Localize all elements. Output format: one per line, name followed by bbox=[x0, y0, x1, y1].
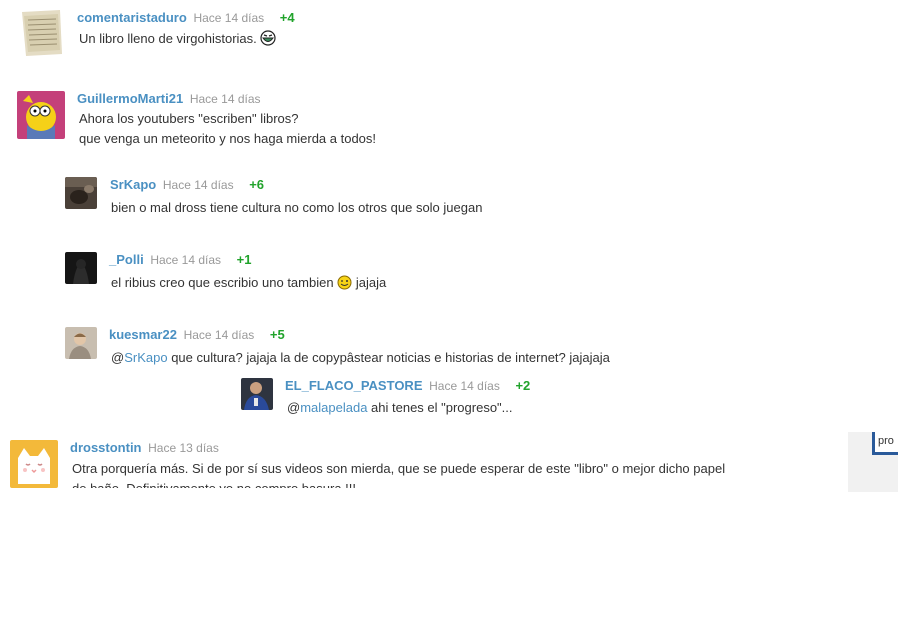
username-link[interactable]: _Polli bbox=[109, 252, 144, 267]
shadow-avatar[interactable] bbox=[65, 252, 97, 284]
username-link[interactable]: drosstontin bbox=[70, 440, 142, 455]
vote-count: +4 bbox=[279, 10, 295, 25]
vote-count: +6 bbox=[249, 177, 265, 192]
comment-text: @SrKapo que cultura? jajaja la de copypâ… bbox=[111, 350, 610, 365]
mention-link[interactable]: SrKapo bbox=[124, 350, 167, 365]
cat-face-avatar[interactable] bbox=[10, 440, 58, 488]
blank-area bbox=[0, 488, 848, 623]
comment-time: Hace 14 días bbox=[150, 253, 222, 267]
username-link[interactable]: GuillermoMarti21 bbox=[77, 91, 183, 106]
comment-time: Hace 14 días bbox=[429, 379, 500, 393]
comment-time: Hace 14 días bbox=[189, 92, 261, 106]
comment-text: @malapelada ahi tenes el "progreso"... bbox=[287, 400, 513, 415]
comment-text: Un libro lleno de virgohistorias. bbox=[79, 29, 276, 52]
troll-face-emoji bbox=[260, 30, 276, 52]
username-link[interactable]: kuesmar22 bbox=[109, 327, 177, 342]
soccer-player-avatar[interactable] bbox=[241, 378, 273, 410]
vote-count: +1 bbox=[236, 252, 252, 267]
comment-time: Hace 14 días bbox=[193, 11, 265, 25]
comment-text: bien o mal dross tiene cultura no como l… bbox=[111, 200, 483, 215]
comment-text: el ribius creo que escribio uno tambien … bbox=[111, 273, 386, 296]
simpsons-avatar[interactable] bbox=[17, 91, 65, 139]
username-link[interactable]: EL_FLACO_PASTORE bbox=[285, 378, 422, 393]
vote-count: +2 bbox=[515, 378, 531, 393]
comment-time: Hace 14 días bbox=[183, 328, 255, 342]
comment-time: Hace 13 días bbox=[148, 441, 219, 455]
comment-time: Hace 14 días bbox=[162, 178, 234, 192]
vote-count: +5 bbox=[269, 327, 285, 342]
side-widget: pro bbox=[848, 432, 898, 492]
side-widget-link[interactable]: pro bbox=[872, 432, 898, 455]
comment-text: Ahora los youtubers "escriben" libros? bbox=[79, 111, 299, 126]
username-link[interactable]: SrKapo bbox=[110, 177, 156, 192]
newspaper-avatar[interactable] bbox=[20, 10, 64, 58]
wink-smiley-emoji bbox=[337, 275, 352, 296]
person-photo-avatar[interactable] bbox=[65, 327, 97, 359]
mention-link[interactable]: malapelada bbox=[300, 400, 367, 415]
dark-photo-avatar[interactable] bbox=[65, 177, 97, 209]
comment-text: Otra porquería más. Si de por sí sus vid… bbox=[72, 461, 726, 476]
username-link[interactable]: comentaristaduro bbox=[77, 10, 187, 25]
comment-text: que venga un meteorito y nos haga mierda… bbox=[79, 131, 377, 146]
